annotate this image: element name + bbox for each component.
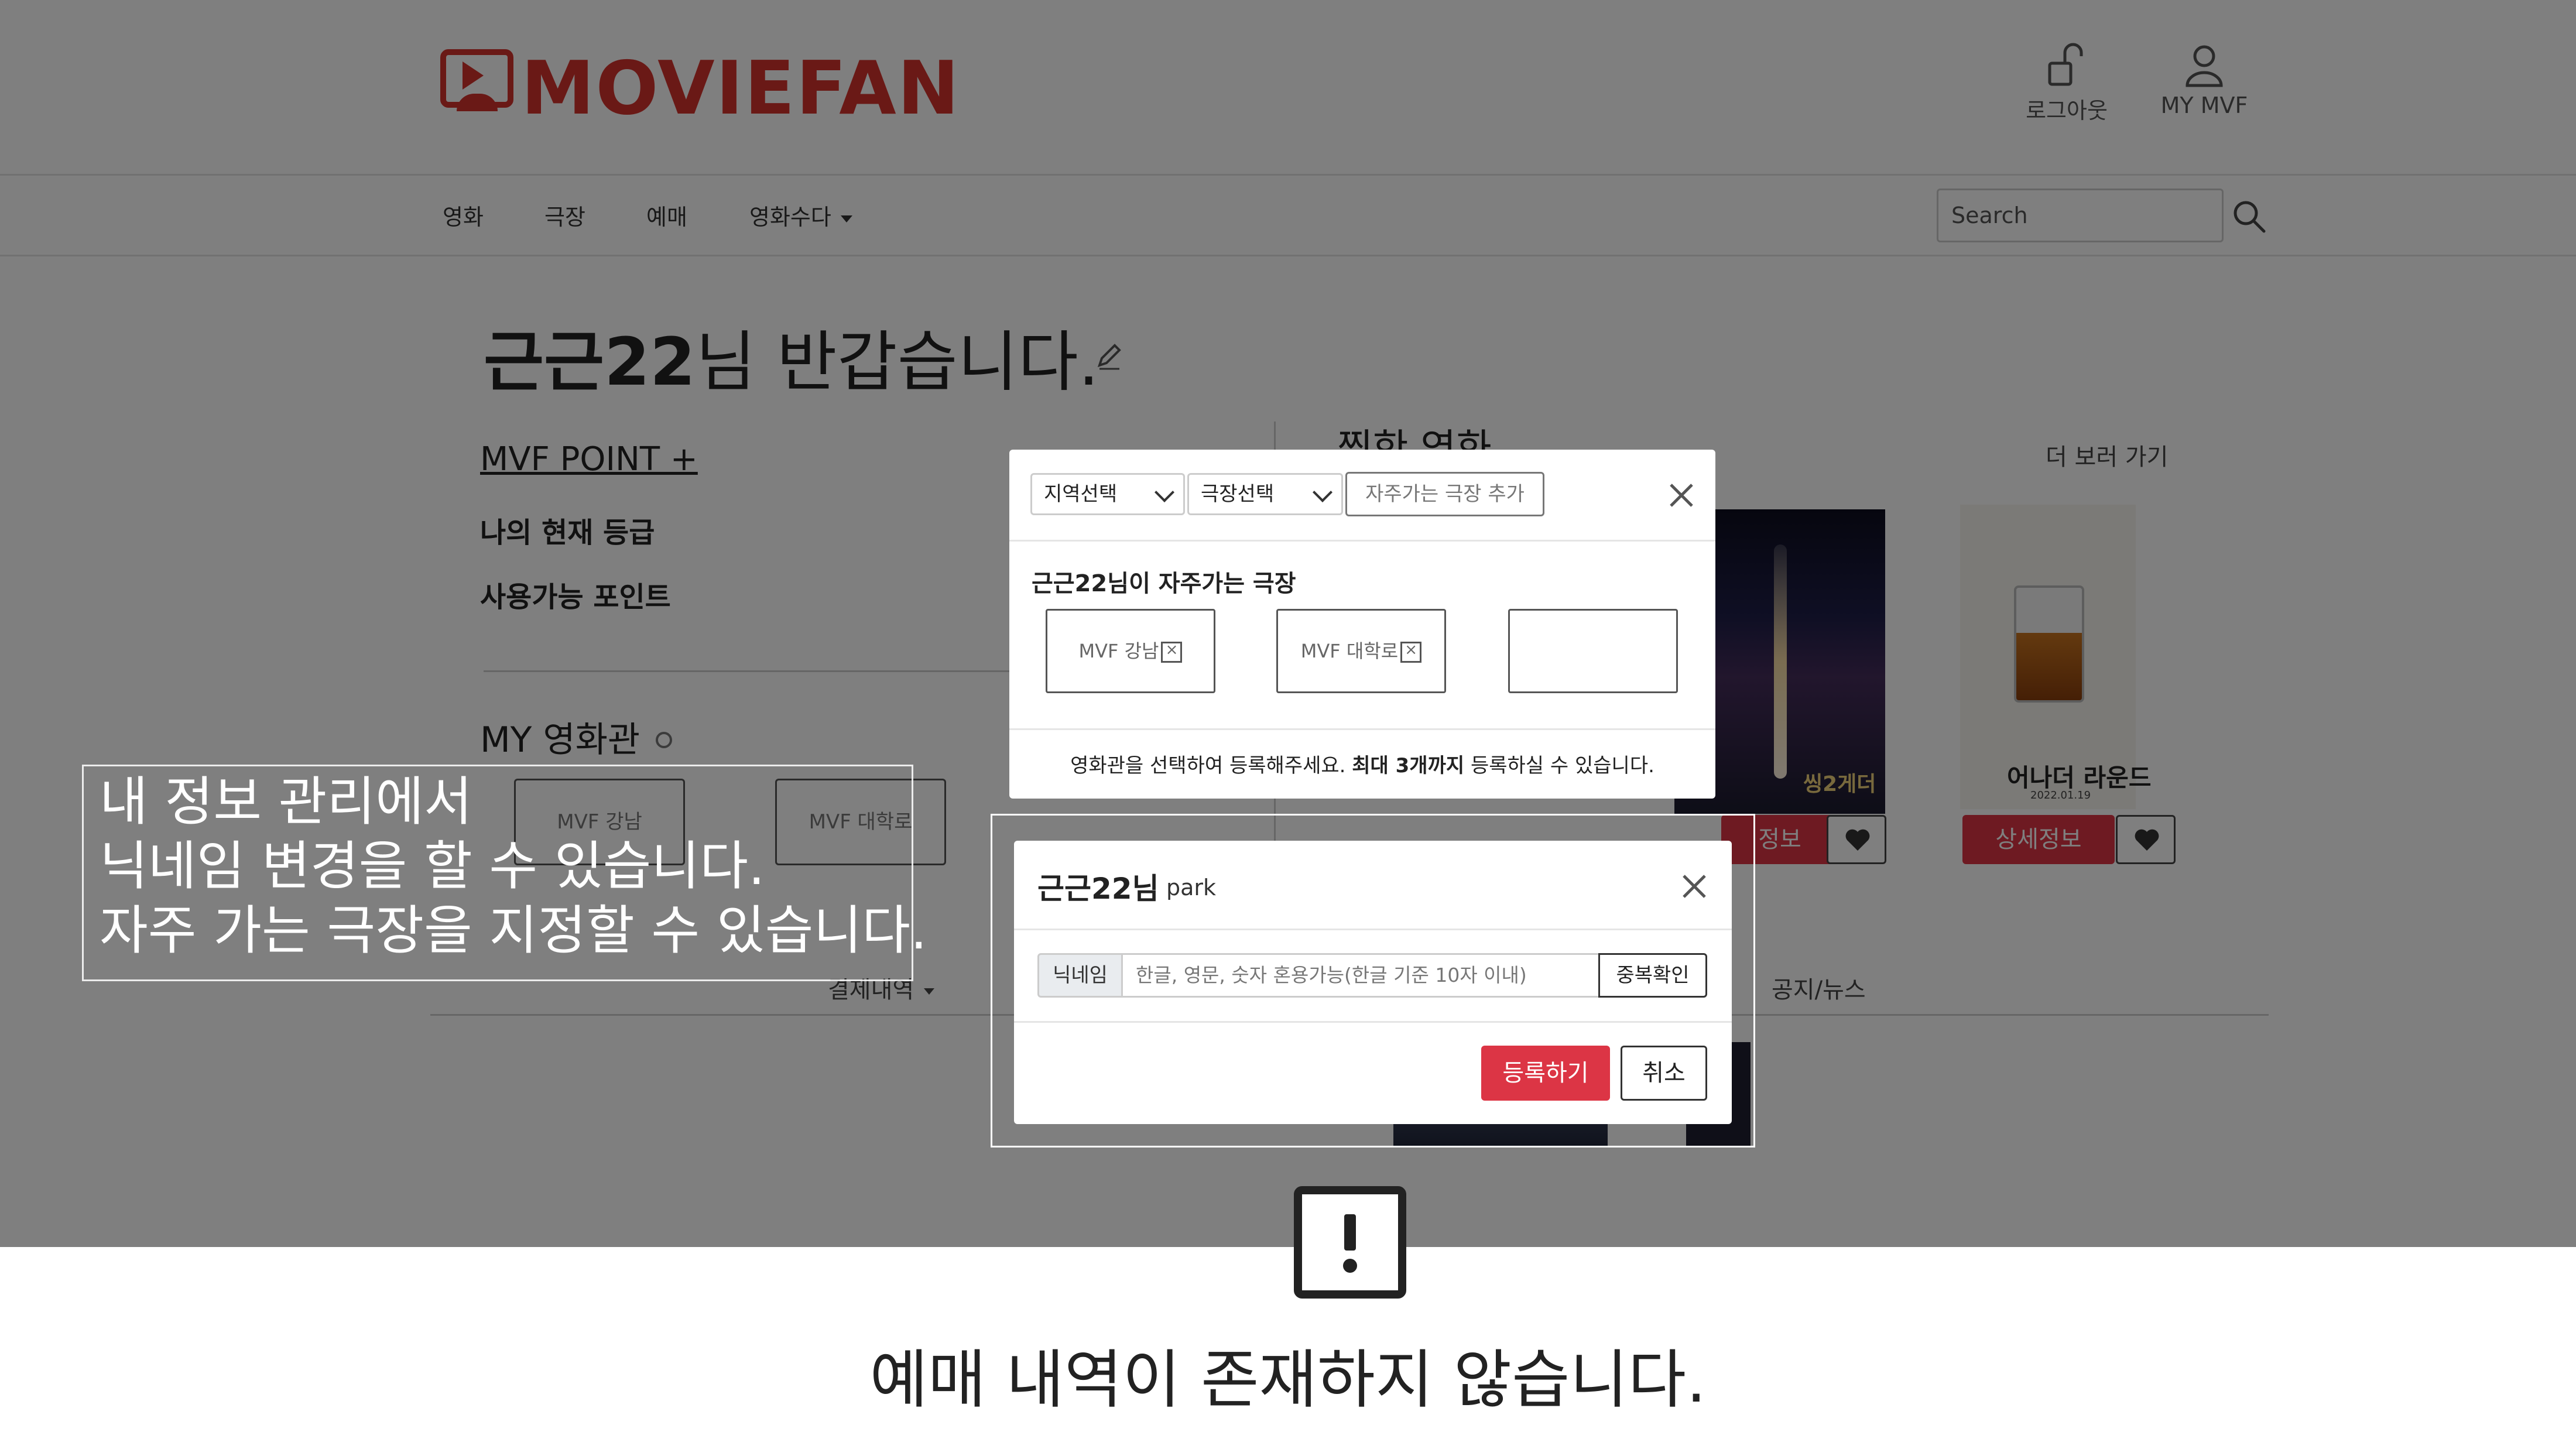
favorite-theater-slot[interactable]: MVF 대학로 × — [1276, 609, 1446, 693]
divider — [1014, 1021, 1732, 1023]
notice-text: 영화관을 선택하여 등록해주세요. — [1070, 754, 1352, 777]
region-select[interactable]: 지역선택 — [1030, 473, 1185, 515]
duplicate-check-button[interactable]: 중복확인 — [1598, 953, 1707, 998]
chevron-down-icon — [1155, 482, 1174, 502]
remove-icon[interactable]: × — [1161, 642, 1183, 663]
divider — [1009, 540, 1715, 542]
favorite-theater-name: MVF 강남 — [1078, 640, 1159, 662]
nickname-input[interactable]: 한글, 영문, 숫자 혼용가능(한글 기준 10자 이내) — [1121, 953, 1600, 998]
notice-text: 등록하실 수 있습니다. — [1464, 754, 1654, 777]
close-icon[interactable] — [1680, 872, 1708, 900]
add-favorite-theater-button[interactable]: 자주가는 극장 추가 — [1345, 472, 1544, 516]
modal-title: 근근22님 — [1037, 872, 1159, 906]
divider — [1014, 929, 1732, 930]
favorite-theater-slot[interactable] — [1508, 609, 1678, 693]
warning-icon-bar — [1344, 1214, 1356, 1251]
favorite-theater-notice: 영화관을 선택하여 등록해주세요. 최대 3개까지 등록하실 수 있습니다. — [1009, 749, 1715, 778]
caption-line: 닉네임 변경을 할 수 있습니다. — [100, 835, 765, 897]
theater-select[interactable]: 극장선택 — [1187, 473, 1343, 515]
empty-booking-notice: 예매 내역이 존재하지 않습니다. — [869, 1344, 1707, 1417]
caption-line: 자주 가는 극장을 지정할 수 있습니다. — [100, 900, 927, 961]
favorite-theater-slot[interactable]: MVF 강남 × — [1046, 609, 1215, 693]
notice-limit: 최대 3개까지 — [1352, 754, 1465, 777]
nickname-label: 닉네임 — [1037, 953, 1123, 998]
favorite-theater-name: MVF 대학로 — [1300, 640, 1399, 662]
modal-subtitle: park — [1166, 875, 1217, 900]
warning-icon-dot — [1343, 1259, 1357, 1273]
remove-icon[interactable]: × — [1400, 642, 1422, 663]
close-icon[interactable] — [1667, 481, 1695, 509]
favorite-theater-title: 근근22님이 자주가는 극장 — [1032, 570, 1296, 597]
theater-select-value: 극장선택 — [1201, 482, 1275, 506]
divider — [1009, 728, 1715, 730]
region-select-value: 지역선택 — [1044, 482, 1118, 506]
cancel-button[interactable]: 취소 — [1621, 1046, 1707, 1101]
register-button[interactable]: 등록하기 — [1481, 1046, 1610, 1101]
chevron-down-icon — [1313, 482, 1332, 502]
caption-line: 내 정보 관리에서 — [100, 771, 472, 833]
